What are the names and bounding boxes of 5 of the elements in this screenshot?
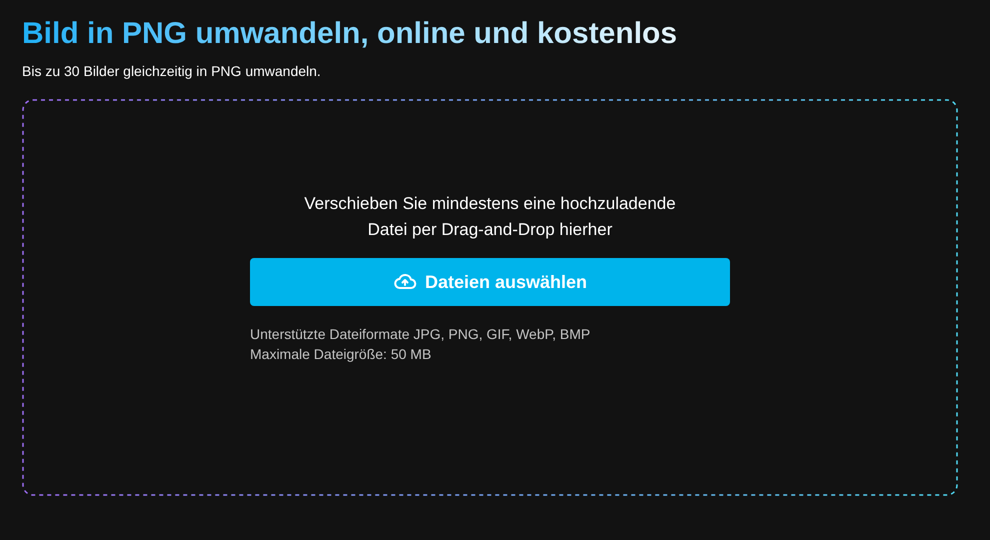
drop-zone[interactable]: Verschieben Sie mindestens eine hochzuladende Datei per Drag-and-Drop hierher Dateien auswählen Unterstützte Dateiformate JPG, PNG, GIF, WebP, BMP Maximale Dateigröße: 50 MB bbox=[22, 99, 958, 496]
format-note: Unterstützte Dateiformate JPG, PNG, GIF, WebP, BMP bbox=[250, 325, 592, 344]
page-subtitle: Bis zu 30 Bilder gleichzeitig in PNG umwandeln. bbox=[22, 62, 322, 81]
format-note: Maximale Dateigröße: 50 MB bbox=[250, 345, 432, 364]
drop-instruction: Verschieben Sie mindestens eine hochzuladende Datei per Drag-and-Drop hierher bbox=[303, 193, 677, 241]
